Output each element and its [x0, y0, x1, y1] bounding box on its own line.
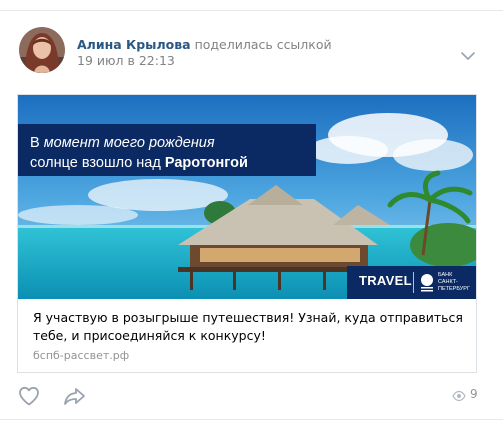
banner-headline: В момент моего рождения солнце взошло на… [18, 124, 316, 176]
top-divider [0, 10, 503, 11]
chevron-down-icon[interactable] [459, 50, 477, 62]
link-domain[interactable]: бспб-рассвет.рф [33, 349, 129, 362]
headline-line-2: солнце взошло над Раротонгой [30, 153, 316, 173]
banner-image[interactable]: В момент моего рождения солнце взошло на… [18, 95, 476, 299]
link-description[interactable]: Я участвую в розыгрыше путешествия! Узна… [33, 309, 463, 345]
banner-brand-block: TRAVEL БАНК САНКТ- ПЕТЕРБУРГ [347, 266, 476, 299]
headline-line-1-emph: момент моего рождения [43, 135, 215, 151]
post-date-link[interactable]: 19 июл в 22:13 [77, 53, 175, 68]
post-action-text: поделилась ссылкой [194, 37, 332, 52]
brand-separator [413, 272, 414, 293]
share-arrow-icon[interactable] [62, 384, 88, 408]
headline-line-1-prefix: В [30, 135, 44, 151]
author-line: Алина Крылова поделилась ссылкой [77, 37, 332, 52]
bank-name-text: БАНК САНКТ- ПЕТЕРБУРГ [438, 272, 470, 292]
headline-line-2-bold: Раротонгой [164, 155, 248, 171]
avatar-photo [19, 27, 65, 73]
views-count: 9 [470, 387, 478, 401]
link-snippet-card[interactable]: В момент моего рождения солнце взошло на… [17, 94, 477, 373]
bank-logo-icon [421, 274, 433, 292]
eye-icon [452, 390, 466, 402]
headline-line-2-prefix: солнце взошло над [30, 155, 165, 171]
author-avatar[interactable] [19, 27, 65, 73]
heart-icon[interactable] [17, 384, 41, 408]
brand-travel-label: TRAVEL [359, 273, 412, 288]
author-name-link[interactable]: Алина Крылова [77, 37, 191, 52]
bottom-divider [0, 419, 503, 420]
headline-line-1: В момент моего рождения [30, 133, 316, 153]
